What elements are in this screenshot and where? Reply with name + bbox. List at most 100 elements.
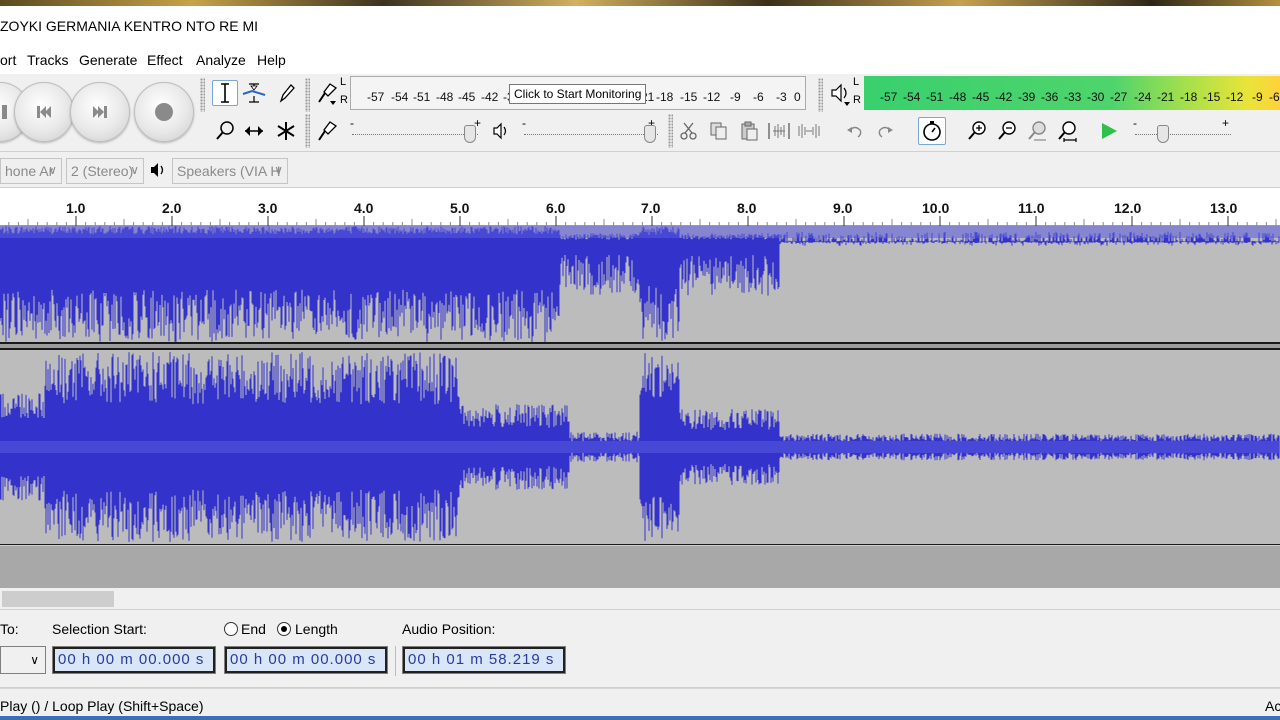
play-meter-tick: -54	[903, 90, 921, 104]
ruler-label: 10.0	[922, 200, 950, 216]
ruler-label: 2.0	[162, 200, 182, 216]
envelope-icon	[242, 83, 266, 103]
menu-effect[interactable]: Effect	[147, 52, 183, 68]
paste-icon	[741, 121, 758, 141]
play-meter-tick: -45	[972, 90, 990, 104]
record-meter-tick: -54	[391, 90, 409, 104]
multi-tool[interactable]	[273, 118, 299, 144]
silence-audio-button[interactable]	[796, 118, 822, 144]
menu-help[interactable]: Help	[257, 52, 286, 68]
output-speaker-icon-wrap	[150, 161, 168, 182]
audio-position-time[interactable]: 00 h 01 m 58.219 s	[402, 646, 566, 674]
ruler-label: 9.0	[833, 200, 853, 216]
waveform-rms	[0, 226, 1280, 238]
play-meter-tick: -48	[949, 90, 967, 104]
horizontal-scrollbar[interactable]	[0, 588, 1280, 610]
menu-tracks[interactable]: Tracks	[27, 52, 68, 68]
end-radio-label: End	[241, 621, 266, 637]
skip-to-end-button[interactable]	[70, 82, 130, 142]
scissors-icon	[680, 122, 697, 140]
title-bar: ZOYKI GERMANIA KENTRO NTO RE MI	[0, 6, 1280, 46]
chevron-down-icon: ∨	[48, 163, 57, 177]
undo-button[interactable]	[842, 118, 868, 144]
fit-project-button[interactable]	[1054, 118, 1080, 144]
zoom-tool[interactable]	[212, 118, 238, 144]
copy-button[interactable]	[706, 118, 732, 144]
end-radio[interactable]	[224, 622, 238, 636]
play-meter-button[interactable]	[830, 82, 852, 109]
audio-track[interactable]	[0, 226, 1280, 546]
play-volume-slider[interactable]	[644, 125, 656, 143]
magnifier-icon	[216, 121, 234, 140]
skip-to-start-icon	[37, 106, 51, 118]
pause-icon	[2, 105, 7, 119]
length-radio[interactable]	[277, 622, 291, 636]
menu-transport[interactable]: ort	[0, 52, 16, 68]
toolbar-grip[interactable]	[200, 78, 205, 112]
recording-channels-select[interactable]: 2 (Stereo) ∨	[66, 158, 144, 184]
selection-start-time[interactable]: 00 h 00 m 00.000 s	[52, 646, 216, 674]
device-toolbar: hone Ar ∨ 2 (Stereo) ∨ Speakers (VIA H ∨	[0, 152, 1280, 188]
stopwatch-icon	[923, 121, 941, 141]
zoom-in-button[interactable]	[964, 118, 990, 144]
play-speed-slider[interactable]	[1157, 125, 1169, 143]
selection-start-value: 00 h 00 m 00.000 s	[55, 649, 213, 671]
scrollbar-thumb[interactable]	[2, 591, 114, 607]
toolbar-grip[interactable]	[305, 78, 310, 112]
toolbar-grip[interactable]	[818, 78, 823, 112]
empty-track-area[interactable]	[0, 546, 1280, 588]
toolbar-grip[interactable]	[305, 114, 310, 148]
waveform-left	[0, 226, 1280, 342]
time-shift-tool[interactable]	[241, 118, 267, 144]
silence-icon	[798, 124, 820, 138]
playback-meter-scale: -57 -54 -51 -48 -45 -42 -39 -36 -33 -30 …	[864, 78, 1280, 108]
play-meter-tick: -39	[1018, 90, 1036, 104]
trim-audio-button[interactable]	[766, 118, 792, 144]
ruler-label: 3.0	[258, 200, 278, 216]
skip-to-end-icon	[93, 106, 107, 118]
cut-button[interactable]	[676, 118, 702, 144]
zoom-out-button[interactable]	[994, 118, 1020, 144]
waveform-path	[0, 226, 1280, 342]
play-at-speed-button[interactable]	[1096, 118, 1122, 144]
record-volume-slider[interactable]	[464, 125, 476, 143]
selection-toolbar: To: ∨ Selection Start: 00 h 00 m 00.000 …	[0, 610, 1280, 688]
play-meter-tick: -30	[1087, 90, 1105, 104]
redo-button[interactable]	[872, 118, 898, 144]
selection-start-label: Selection Start:	[52, 621, 147, 637]
record-button[interactable]	[134, 82, 194, 142]
sync-lock-button[interactable]	[918, 117, 946, 145]
pencil-icon	[279, 84, 295, 103]
selection-tool[interactable]	[212, 80, 238, 106]
draw-tool[interactable]	[273, 80, 299, 106]
record-meter-tick: -48	[436, 90, 454, 104]
record-meter-tick: -9	[730, 90, 741, 104]
right-channel-waveform[interactable]	[0, 350, 1280, 544]
menu-analyze[interactable]: Analyze	[196, 52, 246, 68]
recording-device-select[interactable]: hone Ar ∨	[0, 158, 62, 184]
copy-icon	[710, 122, 727, 140]
record-meter-tick: -42	[481, 90, 499, 104]
record-volume-slider-track	[352, 134, 478, 136]
record-meter-tick: -15	[680, 90, 698, 104]
fit-selection-button[interactable]	[1024, 118, 1050, 144]
play-speed-plus: +	[1222, 116, 1230, 130]
play-meter-tick: -57	[880, 90, 898, 104]
audio-position-value: 00 h 01 m 58.219 s	[405, 649, 563, 671]
play-meter-tick: -6	[1269, 90, 1280, 104]
toolbar-grip[interactable]	[668, 114, 673, 148]
selection-length-value: 00 h 00 m 00.000 s	[227, 649, 385, 671]
menu-generate[interactable]: Generate	[79, 52, 137, 68]
toolbar-divider	[395, 646, 396, 676]
envelope-tool[interactable]	[241, 80, 267, 106]
selection-length-time[interactable]: 00 h 00 m 00.000 s	[224, 646, 388, 674]
timeline-ruler[interactable]: 1.0 2.0 3.0 4.0 5.0 6.0 7.0 8.0 9.0 10.0…	[0, 188, 1280, 226]
skip-to-start-button[interactable]	[14, 82, 74, 142]
paste-button[interactable]	[736, 118, 762, 144]
play-meter-tick: -21	[1157, 90, 1175, 104]
record-meter-button[interactable]	[316, 80, 340, 109]
playback-device-select[interactable]: Speakers (VIA H ∨	[172, 158, 288, 184]
left-channel-waveform[interactable]	[0, 226, 1280, 342]
snap-to-select[interactable]: ∨	[0, 646, 46, 674]
ruler-label: 13.0	[1210, 200, 1238, 216]
